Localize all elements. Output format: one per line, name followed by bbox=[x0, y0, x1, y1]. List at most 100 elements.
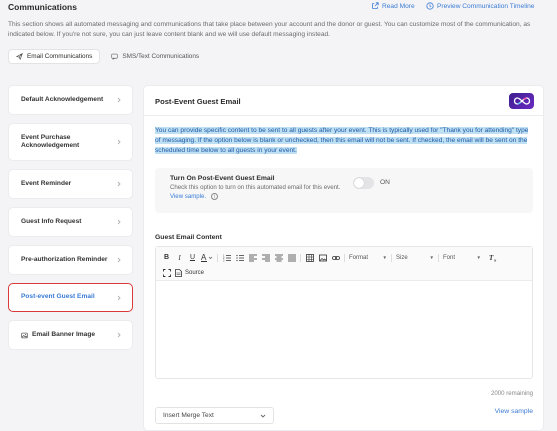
read-more-link[interactable]: Read More bbox=[371, 2, 415, 10]
svg-text:A: A bbox=[201, 253, 207, 262]
chevron-right-icon bbox=[117, 181, 121, 187]
brand-logo bbox=[509, 93, 534, 109]
numbered-list-button[interactable]: 123 bbox=[220, 252, 233, 263]
sidebar-item-event-reminder[interactable]: Event Reminder bbox=[8, 169, 133, 199]
toolbar-separator bbox=[438, 253, 439, 262]
toolbar-separator bbox=[344, 253, 345, 262]
text-color-button[interactable]: A bbox=[199, 252, 215, 263]
tabs: Email Communications SMS/Text Communicat… bbox=[8, 49, 206, 64]
sidebar-item-post-event-guest-email[interactable]: Post-event Guest Email bbox=[8, 283, 133, 312]
view-sample-link[interactable]: View sample bbox=[495, 408, 533, 415]
tab-label: SMS/Text Communications bbox=[122, 53, 200, 60]
preview-timeline-link[interactable]: Preview Communication Timeline bbox=[426, 2, 534, 10]
align-right-icon bbox=[261, 254, 270, 261]
post-event-email-toggle[interactable] bbox=[353, 177, 374, 189]
svg-text:x: x bbox=[493, 258, 497, 263]
toggle-description: Check this option to turn on this automa… bbox=[170, 184, 350, 201]
table-icon bbox=[305, 253, 314, 262]
caret-down-icon: ▼ bbox=[429, 255, 434, 260]
merge-select-label: Insert Merge Text bbox=[163, 412, 214, 419]
sidebar-item-guest-info-request[interactable]: Guest Info Request bbox=[8, 207, 133, 237]
svg-text:3: 3 bbox=[223, 259, 225, 262]
sidebar-item-label: Post-event Guest Email bbox=[21, 293, 95, 301]
sidebar-item-label-wrap: Email Banner Image bbox=[21, 331, 116, 340]
clear-formatting-button[interactable]: Tx bbox=[487, 252, 500, 263]
table-button[interactable] bbox=[303, 252, 316, 263]
format-dropdown-label: Format bbox=[349, 254, 369, 261]
size-dropdown[interactable]: Size ▼ bbox=[394, 253, 436, 263]
align-justify-icon bbox=[287, 254, 296, 261]
toggle-description-text: Check this option to turn on this automa… bbox=[170, 184, 341, 191]
view-sample-inline-link[interactable]: View sample. bbox=[170, 193, 206, 200]
italic-button[interactable]: I bbox=[173, 252, 186, 263]
sidebar-item-default-acknowledgement[interactable]: Default Acknowledgement bbox=[8, 85, 133, 115]
character-count: 2000 remaining bbox=[490, 390, 533, 397]
toolbar-separator bbox=[300, 253, 301, 262]
toolbar-row-1: B I U A 123 Format ▼ Size ▼ Font ▼ T x bbox=[160, 252, 500, 263]
panel-divider bbox=[144, 115, 543, 116]
insert-image-button[interactable] bbox=[316, 252, 329, 263]
sidebar-item-label: Event Reminder bbox=[21, 179, 72, 187]
infinity-logo-icon bbox=[513, 97, 530, 105]
page-title: Communications bbox=[8, 2, 77, 12]
align-left-icon bbox=[248, 254, 257, 261]
message-icon bbox=[111, 53, 118, 60]
sidebar-item-event-purchase-acknowledgement[interactable]: Event Purchase Acknowledgement bbox=[8, 123, 133, 161]
sidebar-item-label: Event Purchase Acknowledgement bbox=[21, 133, 80, 150]
toggle-state-label: ON bbox=[380, 179, 390, 186]
format-dropdown[interactable]: Format ▼ bbox=[347, 253, 389, 263]
clear-format-icon: Tx bbox=[489, 254, 497, 263]
page-header: Communications Read More Preview Communi… bbox=[8, 2, 549, 18]
tab-label: Email Communications bbox=[27, 53, 93, 60]
sidebar-item-pre-authorization-reminder[interactable]: Pre-authorization Reminder bbox=[8, 245, 133, 275]
info-icon[interactable]: i bbox=[210, 192, 218, 200]
source-button-label: Source bbox=[185, 269, 205, 276]
bold-button[interactable]: B bbox=[160, 252, 173, 263]
content-panel: Post-Event Guest Email You can provide s… bbox=[143, 85, 544, 431]
tab-sms-communications[interactable]: SMS/Text Communications bbox=[104, 49, 206, 64]
chevron-right-icon bbox=[117, 295, 121, 300]
bullet-list-button[interactable] bbox=[233, 252, 246, 263]
editor-toolbar: B I U A 123 Format ▼ Size ▼ Font ▼ T x S… bbox=[156, 247, 532, 281]
toolbar-row-2: Source bbox=[160, 267, 206, 278]
font-dropdown-label: Font bbox=[443, 254, 456, 261]
email-content-editor-area[interactable] bbox=[156, 282, 532, 378]
insert-link-button[interactable] bbox=[329, 252, 342, 263]
align-right-button[interactable] bbox=[259, 252, 272, 263]
image-icon bbox=[318, 254, 327, 261]
toolbar-separator bbox=[391, 253, 392, 262]
rich-text-editor: B I U A 123 Format ▼ Size ▼ Font ▼ T x S… bbox=[155, 246, 533, 379]
preview-timeline-label: Preview Communication Timeline bbox=[437, 2, 535, 10]
chevron-right-icon bbox=[117, 139, 121, 145]
align-center-icon bbox=[274, 254, 283, 261]
align-center-button[interactable] bbox=[272, 252, 285, 263]
sidebar-item-email-banner-image[interactable]: Email Banner Image bbox=[8, 320, 133, 350]
image-icon bbox=[21, 332, 28, 338]
insert-merge-text-select[interactable]: Insert Merge Text bbox=[155, 407, 274, 424]
chevron-right-icon bbox=[117, 97, 121, 103]
clock-icon bbox=[426, 2, 434, 10]
text-color-icon: A bbox=[200, 253, 212, 262]
link-icon bbox=[331, 255, 340, 260]
read-more-label: Read More bbox=[382, 2, 415, 10]
toggle-section: Turn On Post-Event Guest Email Check thi… bbox=[155, 168, 533, 213]
chevron-right-icon bbox=[117, 332, 121, 338]
align-left-button[interactable] bbox=[246, 252, 259, 263]
font-dropdown[interactable]: Font ▼ bbox=[441, 253, 483, 263]
underline-button[interactable]: U bbox=[186, 252, 199, 263]
fullscreen-button[interactable] bbox=[160, 267, 173, 278]
tab-email-communications[interactable]: Email Communications bbox=[8, 49, 101, 64]
toggle-knob bbox=[354, 178, 364, 188]
bullet-list-icon bbox=[235, 254, 244, 261]
numbered-list-icon: 123 bbox=[223, 254, 231, 262]
expand-icon bbox=[162, 268, 171, 277]
chevron-right-icon bbox=[117, 257, 121, 263]
chevron-down-icon bbox=[260, 414, 266, 418]
align-justify-button[interactable] bbox=[285, 252, 298, 263]
source-code-icon bbox=[175, 268, 182, 277]
info-text-highlight: You can provide specific content to be s… bbox=[155, 127, 529, 154]
size-dropdown-label: Size bbox=[396, 254, 408, 261]
send-icon bbox=[16, 53, 23, 60]
caret-down-icon: ▼ bbox=[476, 255, 481, 260]
source-button[interactable]: Source bbox=[173, 267, 206, 278]
